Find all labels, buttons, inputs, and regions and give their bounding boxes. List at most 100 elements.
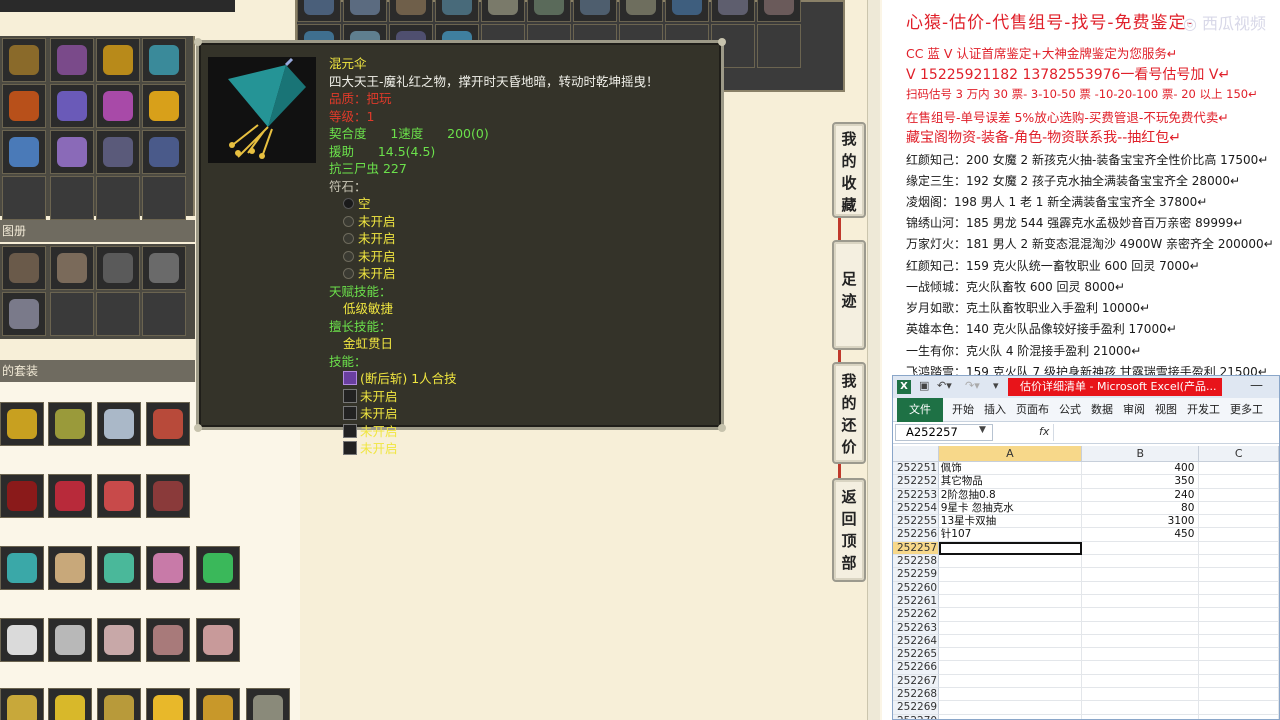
- tab-developer[interactable]: 开发工: [1182, 398, 1225, 422]
- cell-a[interactable]: 佩饰: [938, 462, 1083, 476]
- cell-c[interactable]: [1199, 488, 1279, 502]
- cell-b[interactable]: [1082, 594, 1200, 609]
- cell-c[interactable]: [1199, 674, 1279, 689]
- character-portrait[interactable]: [96, 246, 140, 290]
- cell-b[interactable]: [1082, 608, 1200, 622]
- cell-c[interactable]: [1199, 581, 1279, 595]
- character-portrait[interactable]: [142, 246, 186, 290]
- suit-item[interactable]: [97, 688, 141, 720]
- cell-a[interactable]: [938, 701, 1083, 715]
- function-icon[interactable]: fx: [1039, 425, 1049, 438]
- cell-a[interactable]: [938, 581, 1083, 595]
- item-slot[interactable]: [2, 38, 46, 82]
- suit-item[interactable]: [48, 474, 92, 518]
- cell-a[interactable]: [938, 621, 1083, 635]
- suit-item[interactable]: [196, 618, 240, 662]
- suit-item[interactable]: [146, 474, 190, 518]
- formula-input[interactable]: [1053, 424, 1277, 441]
- cell-b[interactable]: [1082, 555, 1200, 569]
- suit-item[interactable]: [146, 546, 190, 590]
- cell-a[interactable]: [938, 661, 1083, 675]
- cell-a[interactable]: [938, 674, 1083, 689]
- tab-formulas[interactable]: 公式: [1054, 398, 1086, 422]
- item-slot[interactable]: [50, 38, 94, 82]
- my-counteroffer-button[interactable]: 我 的 还 价: [832, 362, 866, 464]
- row-header[interactable]: 252254: [893, 501, 939, 516]
- column-header[interactable]: A: [938, 446, 1083, 461]
- cell-a[interactable]: [938, 688, 1083, 702]
- tab-home[interactable]: 开始: [947, 398, 979, 422]
- cell-a[interactable]: [938, 555, 1083, 569]
- cell-a[interactable]: [938, 634, 1083, 649]
- row-header[interactable]: 252265: [893, 648, 939, 662]
- cell-c[interactable]: [1199, 634, 1279, 649]
- tab-view[interactable]: 视图: [1150, 398, 1182, 422]
- row-header[interactable]: 252256: [893, 528, 939, 542]
- suit-item[interactable]: [246, 688, 290, 720]
- cell-b[interactable]: [1082, 541, 1200, 556]
- cell-a[interactable]: 针107: [938, 528, 1083, 542]
- save-icon[interactable]: ▣: [919, 379, 929, 392]
- chevron-down-icon[interactable]: ▼: [979, 425, 986, 435]
- row-header[interactable]: 252257: [893, 541, 939, 556]
- item-slot[interactable]: [527, 0, 571, 22]
- row-header[interactable]: 252259: [893, 568, 939, 582]
- row-header[interactable]: 252268: [893, 688, 939, 702]
- row-header[interactable]: 252255: [893, 515, 939, 529]
- row-header[interactable]: 252253: [893, 488, 939, 502]
- item-slot[interactable]: [481, 0, 525, 22]
- minimize-icon[interactable]: —: [1250, 378, 1263, 393]
- row-header[interactable]: 252270: [893, 714, 939, 719]
- cell-b[interactable]: [1082, 621, 1200, 635]
- cell-b[interactable]: 400: [1082, 462, 1200, 476]
- my-favorites-button[interactable]: 我 的 收 藏: [832, 122, 866, 218]
- redo-icon[interactable]: ↷▾: [965, 379, 980, 392]
- item-slot[interactable]: [50, 84, 94, 128]
- suit-item[interactable]: [97, 474, 141, 518]
- suit-item[interactable]: [48, 402, 92, 446]
- suit-item[interactable]: [146, 688, 190, 720]
- cell-a[interactable]: [938, 608, 1083, 622]
- suit-item[interactable]: [0, 688, 44, 720]
- row-header[interactable]: 252262: [893, 608, 939, 622]
- cell-c[interactable]: [1199, 714, 1279, 719]
- cell-b[interactable]: 240: [1082, 488, 1200, 502]
- tab-data[interactable]: 数据: [1086, 398, 1118, 422]
- cell-c[interactable]: [1199, 528, 1279, 542]
- tab-more-tools[interactable]: 更多工: [1225, 398, 1268, 422]
- column-header[interactable]: B: [1082, 446, 1200, 461]
- row-header[interactable]: 252269: [893, 701, 939, 715]
- cell-a[interactable]: [938, 568, 1083, 582]
- cell-b[interactable]: 450: [1082, 528, 1200, 542]
- item-slot[interactable]: [757, 0, 801, 22]
- item-slot[interactable]: [142, 84, 186, 128]
- cell-c[interactable]: [1199, 462, 1279, 476]
- suit-item[interactable]: [97, 546, 141, 590]
- item-slot-empty[interactable]: [757, 24, 801, 68]
- cell-c[interactable]: [1199, 501, 1279, 516]
- cell-a[interactable]: 2阶忽抽0.8: [938, 488, 1083, 502]
- column-header[interactable]: C: [1199, 446, 1279, 461]
- item-slot[interactable]: [435, 0, 479, 22]
- row-header[interactable]: 252251: [893, 462, 939, 476]
- row-header[interactable]: 252260: [893, 581, 939, 595]
- cell-c[interactable]: [1199, 541, 1279, 556]
- row-header[interactable]: 252266: [893, 661, 939, 675]
- cell-c[interactable]: [1199, 688, 1279, 702]
- item-slot[interactable]: [343, 0, 387, 22]
- cell-b[interactable]: 80: [1082, 501, 1200, 516]
- cell-a[interactable]: [938, 594, 1083, 609]
- suit-item[interactable]: [196, 688, 240, 720]
- suit-item[interactable]: [196, 546, 240, 590]
- suit-item[interactable]: [0, 618, 44, 662]
- back-to-top-button[interactable]: 返 回 顶 部: [832, 478, 866, 582]
- cell-b[interactable]: 3100: [1082, 515, 1200, 529]
- cell-c[interactable]: [1199, 515, 1279, 529]
- tab-insert[interactable]: 插入: [979, 398, 1011, 422]
- item-slot[interactable]: [665, 0, 709, 22]
- cell-b[interactable]: [1082, 688, 1200, 702]
- window-scrollbar[interactable]: [867, 0, 880, 720]
- cell-b[interactable]: [1082, 568, 1200, 582]
- select-all-corner[interactable]: [893, 446, 939, 461]
- suit-item[interactable]: [48, 688, 92, 720]
